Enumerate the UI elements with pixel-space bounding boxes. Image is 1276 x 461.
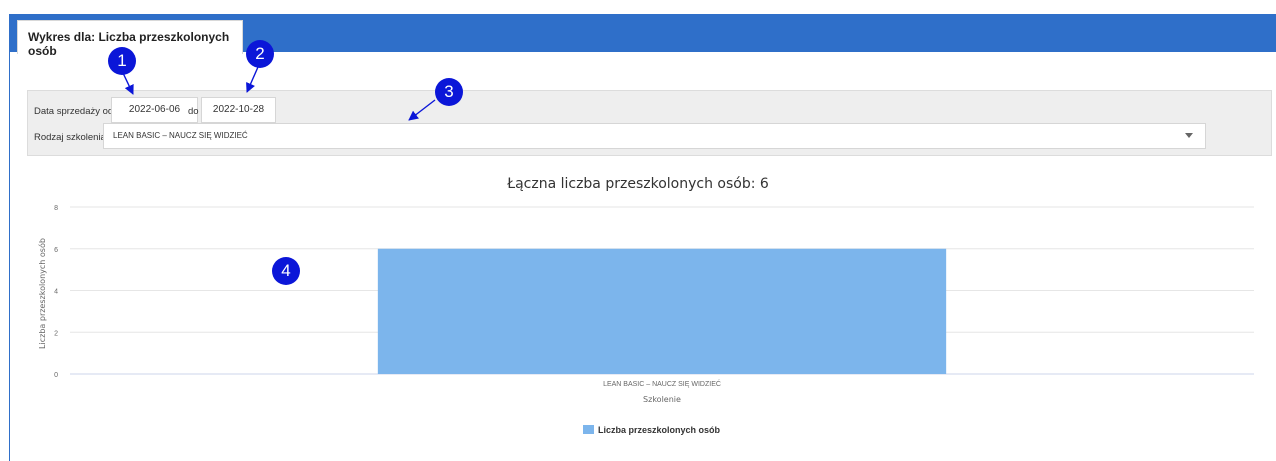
legend-label: Liczba przeszkolonych osób [598, 425, 721, 435]
y-tick-label: 2 [54, 330, 58, 337]
y-tick-label: 6 [54, 247, 58, 254]
chart-legend[interactable]: Liczba przeszkolonych osób [583, 425, 720, 435]
y-tick-label: 4 [54, 289, 58, 296]
annotation-badge-4: 4 [272, 257, 300, 285]
legend-swatch [583, 425, 594, 434]
y-tick-label: 8 [54, 205, 58, 212]
bar-chart: 0 2 4 6 8 Liczba przeszkolonych osób LEAN BASI… [37, 205, 1254, 404]
x-axis-title: Szkolenie [643, 395, 681, 404]
y-axis-title: Liczba przeszkolonych osób [37, 238, 47, 349]
y-tick-label: 0 [54, 372, 58, 379]
x-tick-label: LEAN BASIC – NAUCZ SIĘ WIDZIEĆ [603, 379, 721, 388]
bar [377, 248, 947, 374]
